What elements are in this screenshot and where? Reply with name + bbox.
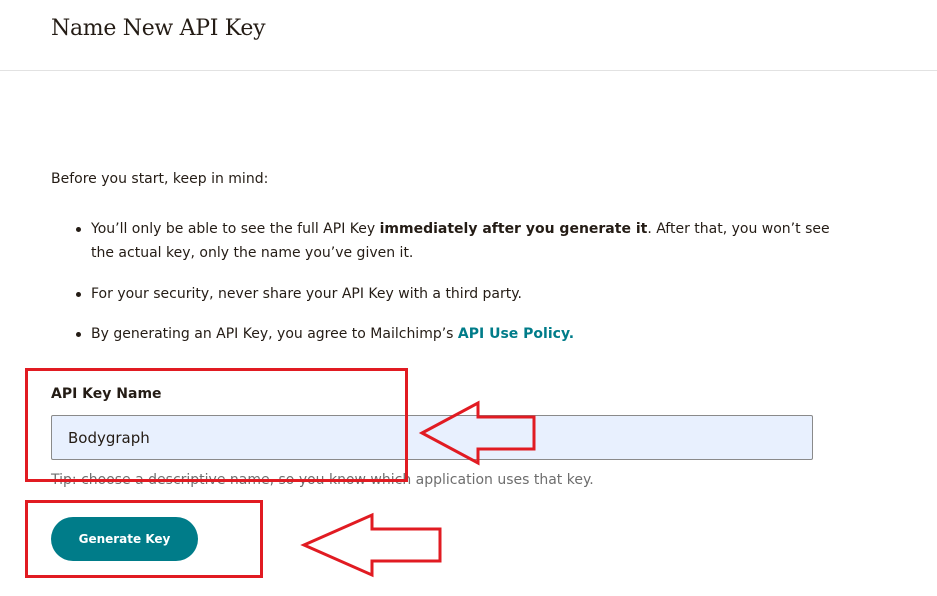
list-item-text: By generating an API Key, you agree to M…: [91, 326, 458, 342]
api-key-page: Name New API Key Before you start, keep …: [0, 0, 937, 596]
tip-text: Tip: choose a descriptive name, so you k…: [51, 472, 594, 488]
generate-key-button[interactable]: Generate Key: [51, 517, 198, 561]
api-key-name-label: API Key Name: [51, 386, 162, 402]
api-use-policy-link[interactable]: API Use Policy: [458, 326, 569, 342]
page-header: Name New API Key: [0, 0, 937, 71]
page-title: Name New API Key: [51, 16, 266, 41]
intro-text: Before you start, keep in mind:: [51, 171, 269, 187]
list-item-period: .: [568, 326, 575, 342]
list-item: By generating an API Key, you agree to M…: [51, 322, 831, 346]
list-item: For your security, never share your API …: [51, 282, 831, 306]
list-item-text: For your security, never share your API …: [91, 286, 522, 302]
list-item-emphasis: immediately after you generate it: [379, 221, 648, 237]
api-key-name-input[interactable]: [51, 415, 813, 460]
arrow-left-icon: [300, 512, 442, 578]
notice-list: You’ll only be able to see the full API …: [51, 217, 831, 346]
list-item-text: You’ll only be able to see the full API …: [91, 221, 380, 237]
list-item: You’ll only be able to see the full API …: [51, 217, 831, 265]
